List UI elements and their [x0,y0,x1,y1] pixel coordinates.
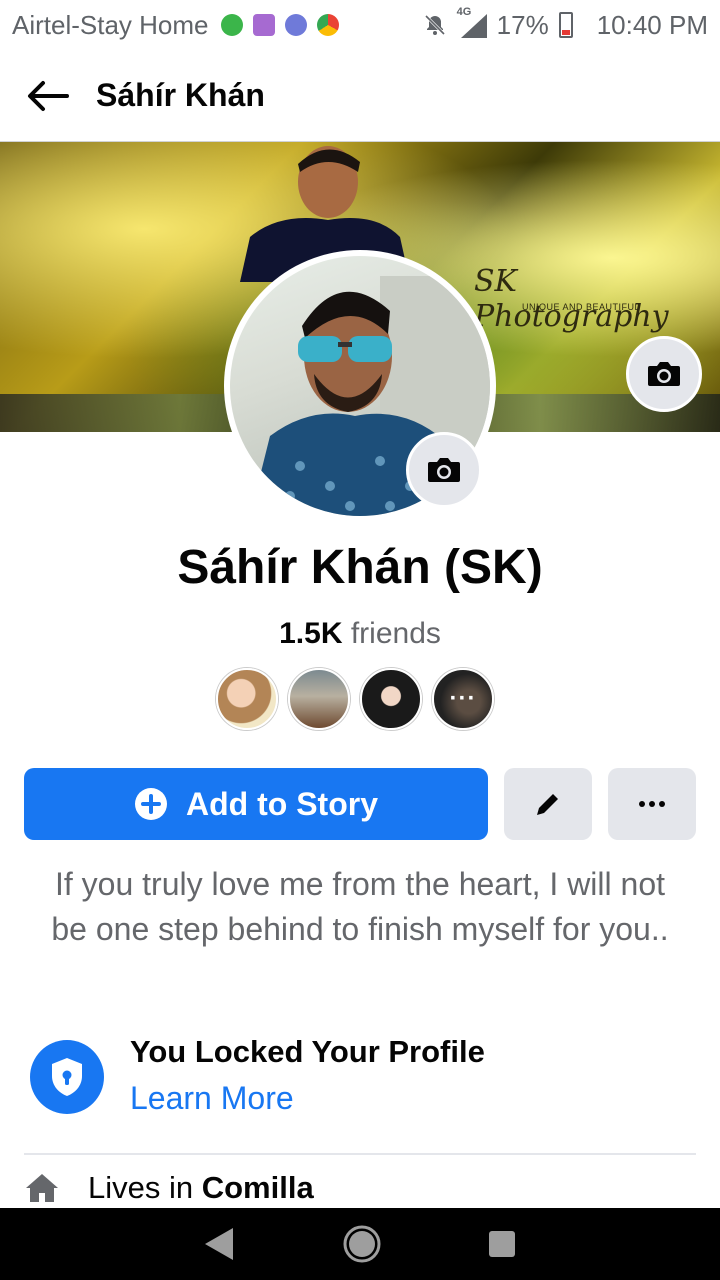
friend-avatar[interactable] [288,668,350,730]
carrier-label: Airtel-Stay Home [12,9,209,40]
add-to-story-button[interactable]: Add to Story [24,768,488,840]
change-profile-picture-button[interactable] [406,432,482,508]
cover-watermark-sub: UNIQUE AND BEAUTIFUL [522,302,641,312]
home-icon [26,1174,58,1202]
plus-circle-icon [135,788,167,820]
system-nav-bar [0,1208,720,1280]
add-to-story-label: Add to Story [186,785,378,822]
nav-home-icon[interactable] [342,1224,382,1264]
network-type: 4G [456,6,472,18]
page-title: Sáhír Khán [96,77,265,113]
lives-in-row: Lives in Comilla [24,1168,314,1208]
battery-icon [558,12,573,38]
camera-icon [428,458,460,482]
more-icon [639,801,665,807]
friend-avatar-more[interactable]: ··· [432,668,494,730]
more-options-button[interactable] [608,768,696,840]
status-bar: Airtel-Stay Home 4G 17% 10:40 PM [0,0,720,50]
gallery-icon [252,14,275,36]
back-button[interactable] [0,50,96,142]
pencil-icon [537,794,558,815]
friend-avatar[interactable] [216,668,278,730]
learn-more-link[interactable]: Learn More [130,1080,294,1117]
camera-icon [648,362,680,386]
friends-number: 1.5K [279,617,343,650]
signal-icon: 4G [457,6,487,38]
lives-in-prefix: Lives in [88,1170,194,1205]
discord-icon [284,14,307,36]
app-bar: Sáhír Khán [0,50,720,142]
locked-profile-title: You Locked Your Profile [130,1034,485,1069]
nav-back-icon[interactable] [203,1226,237,1262]
chrome-icon [316,14,339,36]
status-left: Airtel-Stay Home [12,10,339,41]
lives-in-text: Lives in Comilla [88,1170,314,1206]
nav-recents-icon[interactable] [487,1229,517,1259]
friend-avatar[interactable] [360,668,422,730]
notification-icons [220,14,339,36]
battery-percent: 17% [496,9,549,40]
cover-watermark: SK Photography [474,264,669,334]
locked-profile-notice: You Locked Your Profile Learn More [30,1032,700,1122]
clock: 10:40 PM [596,9,708,40]
edit-profile-button[interactable] [504,768,592,840]
shield-lock-icon [30,1040,104,1114]
friends-label: friends [350,617,441,650]
profile-bio: If you truly love me from the heart, I w… [51,866,669,947]
arrow-back-icon [28,80,69,111]
status-right: 4G 17% 10:40 PM [423,6,708,41]
more-dots: ··· [449,685,477,712]
friends-count[interactable]: 1.5K friends [0,617,720,651]
friend-avatars: ··· [216,668,494,730]
lives-in-city[interactable]: Comilla [202,1170,314,1205]
muted-bell-icon [424,14,445,36]
change-cover-button[interactable] [626,336,702,412]
whatsapp-icon [220,14,243,36]
divider [24,1153,696,1155]
profile-name: Sáhír Khán (SK) [177,541,543,594]
